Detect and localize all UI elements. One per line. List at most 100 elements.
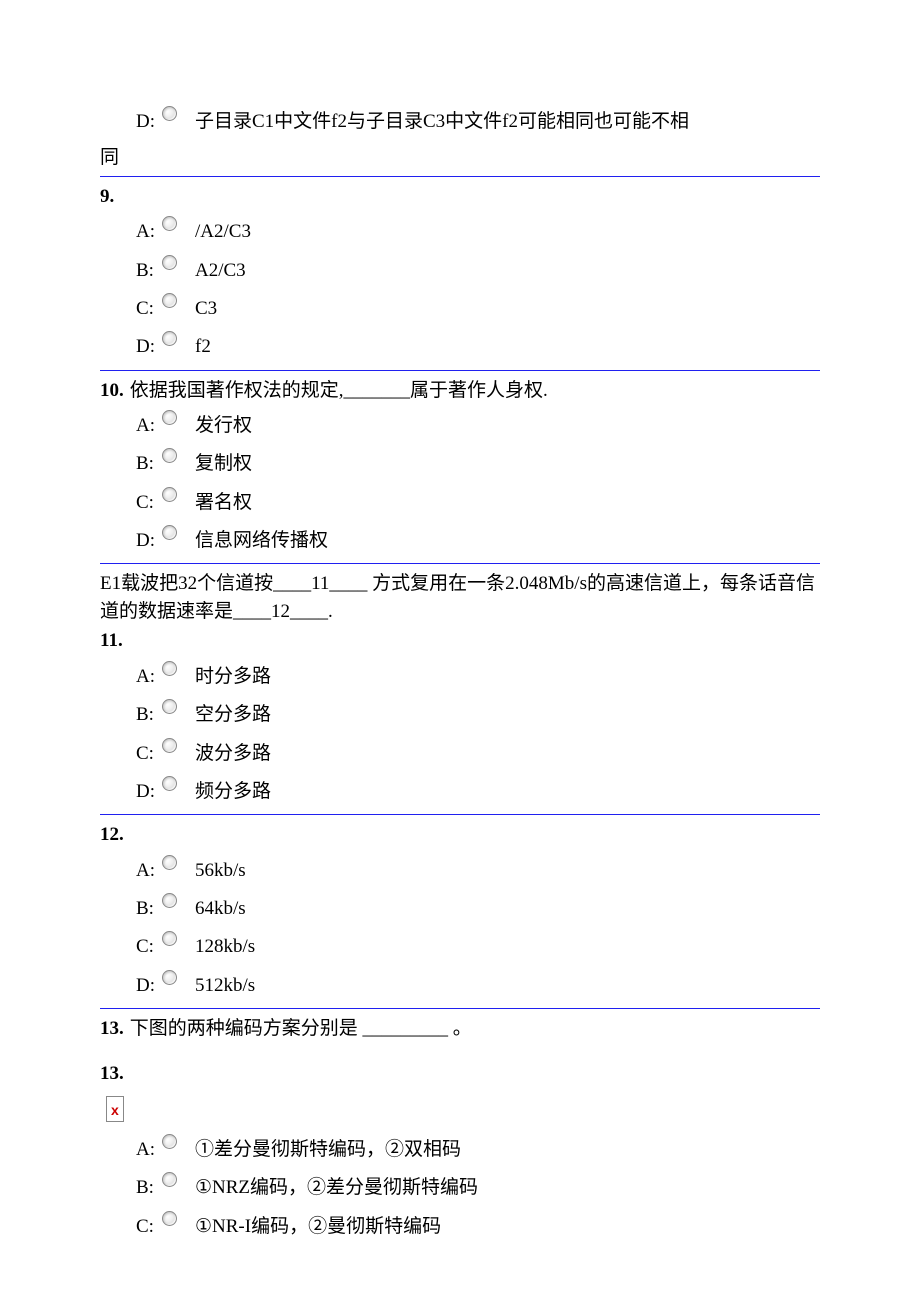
question-number: 13. (100, 1015, 124, 1043)
q13-repeat: 13. (100, 1060, 820, 1088)
option-letter: B: (136, 448, 160, 480)
option-text: C3 (195, 293, 820, 325)
separator (100, 1008, 820, 1009)
radio-icon[interactable] (162, 1211, 177, 1226)
option-text: 子目录C1中文件f2与子目录C3中文件f2可能相同也可能不相 (195, 106, 820, 138)
radio-icon[interactable] (162, 293, 177, 308)
q12-option-b: B: 64kb/s (136, 893, 820, 925)
q11-option-d: D: 频分多路 (136, 776, 820, 808)
option-text: f2 (195, 331, 820, 363)
q13-option-a: A: ①差分曼彻斯特编码，②双相码 (136, 1134, 820, 1166)
option-text: ①NR-I编码，②曼彻斯特编码 (195, 1211, 820, 1243)
option-letter: B: (136, 893, 160, 925)
option-letter: C: (136, 487, 160, 519)
option-text: 署名权 (195, 487, 820, 519)
option-letter: D: (136, 525, 160, 557)
radio-icon[interactable] (162, 331, 177, 346)
separator (100, 563, 820, 564)
q10-option-a: A: 发行权 (136, 410, 820, 442)
radio-icon[interactable] (162, 255, 177, 270)
radio-icon[interactable] (162, 1172, 177, 1187)
option-letter: B: (136, 1172, 160, 1204)
option-letter: A: (136, 1134, 160, 1166)
radio-icon[interactable] (162, 893, 177, 908)
radio-icon[interactable] (162, 931, 177, 946)
option-letter: C: (136, 931, 160, 963)
q9-stem: 9. (100, 183, 820, 211)
radio-icon[interactable] (162, 448, 177, 463)
q12-stem: 12. (100, 821, 820, 849)
stem-text: 下图的两种编码方案分别是 _________ 。 (130, 1015, 472, 1043)
option-letter: A: (136, 661, 160, 693)
radio-icon[interactable] (162, 776, 177, 791)
q11-option-c: C: 波分多路 (136, 738, 820, 770)
option-text: 频分多路 (195, 776, 820, 808)
option-letter: A: (136, 410, 160, 442)
question-number: 9. (100, 186, 114, 207)
q9-option-c: C: C3 (136, 293, 820, 325)
radio-icon[interactable] (162, 525, 177, 540)
radio-icon[interactable] (162, 855, 177, 870)
broken-image-icon: x (106, 1096, 124, 1122)
option-letter: D: (136, 970, 160, 1002)
option-text: 发行权 (195, 410, 820, 442)
q13-option-c: C: ①NR-I编码，②曼彻斯特编码 (136, 1211, 820, 1243)
option-text: 512kb/s (195, 970, 820, 1002)
option-letter: B: (136, 255, 160, 287)
q12-option-a: A: 56kb/s (136, 855, 820, 887)
option-text: ①NRZ编码，②差分曼彻斯特编码 (195, 1172, 820, 1204)
stem-text: 依据我国著作权法的规定,_______属于著作人身权. (130, 377, 548, 405)
radio-icon[interactable] (162, 1134, 177, 1149)
q8-option-d: D: 子目录C1中文件f2与子目录C3中文件f2可能相同也可能不相 (136, 106, 820, 138)
option-letter: D: (136, 331, 160, 363)
q8-option-d-wrap: 同 (100, 144, 820, 172)
radio-icon[interactable] (162, 216, 177, 231)
option-letter: B: (136, 699, 160, 731)
option-letter: C: (136, 738, 160, 770)
q9-option-a: A: /A2/C3 (136, 216, 820, 248)
question-number: 13. (100, 1063, 124, 1084)
option-text: 波分多路 (195, 738, 820, 770)
option-letter: D: (136, 106, 160, 138)
broken-x: x (111, 1102, 119, 1118)
q11-option-b: B: 空分多路 (136, 699, 820, 731)
question-number: 10. (100, 377, 124, 405)
radio-icon[interactable] (162, 738, 177, 753)
option-text: 空分多路 (195, 699, 820, 731)
separator (100, 814, 820, 815)
exam-page: D: 子目录C1中文件f2与子目录C3中文件f2可能相同也可能不相 同 9. A… (100, 0, 820, 1289)
option-text: ①差分曼彻斯特编码，②双相码 (195, 1134, 820, 1166)
option-text: 信息网络传播权 (195, 525, 820, 557)
q12-option-c: C: 128kb/s (136, 931, 820, 963)
option-text: 56kb/s (195, 855, 820, 887)
option-letter: A: (136, 855, 160, 887)
q11-option-a: A: 时分多路 (136, 661, 820, 693)
option-text: 128kb/s (195, 931, 820, 963)
option-text: A2/C3 (195, 255, 820, 287)
radio-icon[interactable] (162, 661, 177, 676)
option-letter: C: (136, 293, 160, 325)
radio-icon[interactable] (162, 410, 177, 425)
radio-icon[interactable] (162, 106, 177, 121)
separator (100, 176, 820, 177)
question-number: 12. (100, 824, 124, 845)
radio-icon[interactable] (162, 970, 177, 985)
option-text: /A2/C3 (195, 216, 820, 248)
option-text: 复制权 (195, 448, 820, 480)
option-letter: D: (136, 776, 160, 808)
separator (100, 370, 820, 371)
question-number: 11. (100, 630, 123, 651)
q10-stem: 10. 依据我国著作权法的规定,_______属于著作人身权. (100, 377, 820, 405)
option-text: 64kb/s (195, 893, 820, 925)
q11-stem: 11. (100, 627, 820, 655)
radio-icon[interactable] (162, 487, 177, 502)
q12-option-d: D: 512kb/s (136, 970, 820, 1002)
q13-stem: 13. 下图的两种编码方案分别是 _________ 。 (100, 1015, 820, 1043)
radio-icon[interactable] (162, 699, 177, 714)
option-letter: C: (136, 1211, 160, 1243)
q13-option-b: B: ①NRZ编码，②差分曼彻斯特编码 (136, 1172, 820, 1204)
q9-option-b: B: A2/C3 (136, 255, 820, 287)
passage-11-12: E1载波把32个信道按____11____ 方式复用在一条2.048Mb/s的高… (100, 570, 820, 625)
q10-option-d: D: 信息网络传播权 (136, 525, 820, 557)
q10-option-c: C: 署名权 (136, 487, 820, 519)
